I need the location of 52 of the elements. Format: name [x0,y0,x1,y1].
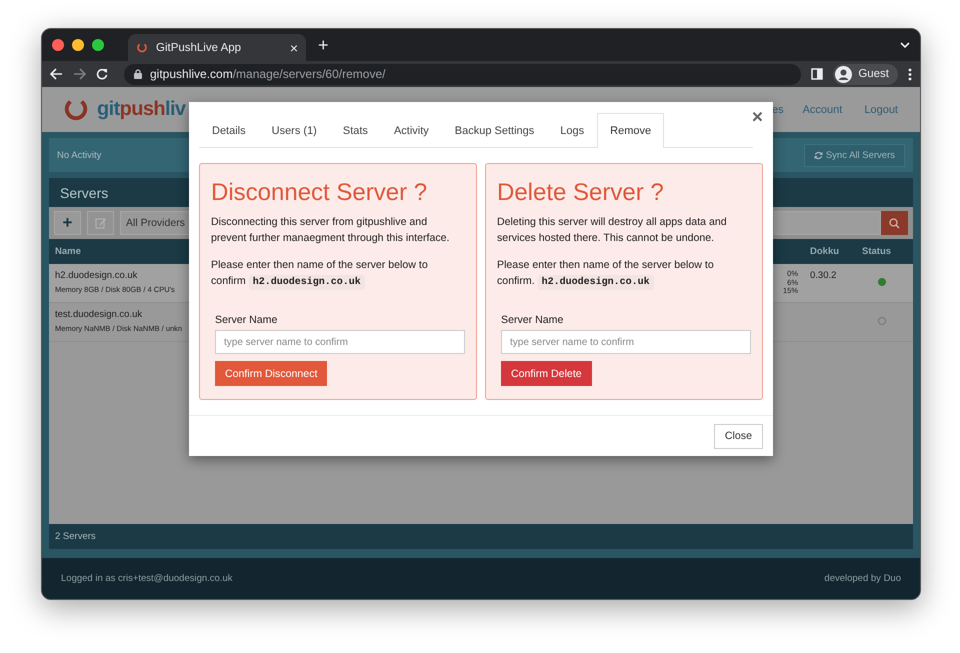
chevron-down-icon[interactable] [900,42,910,48]
credit-text: developed by Duo [824,573,901,584]
provider-select[interactable]: All Providers [120,211,190,235]
back-icon[interactable] [50,68,63,80]
dialog-tab[interactable]: Backup Settings [442,113,548,148]
activity-text: No Activity [57,150,102,160]
reload-icon[interactable] [96,68,108,80]
server-name: h2.duodesign.co.uk [55,270,138,281]
sync-icon [814,150,823,160]
dokku-version: 0.30.2 [810,270,836,281]
search-button[interactable] [881,211,908,235]
close-dialog-button[interactable]: Close [714,424,763,449]
panel-title: Servers [60,184,108,200]
column-header: Status [862,246,892,257]
browser-tab[interactable]: GitPushLive App × [128,34,306,61]
column-header: Dokku [810,246,840,257]
server-name: test.duodesign.co.uk [55,309,142,320]
address-bar[interactable]: gitpushlive.com/manage/servers/60/remove/ [124,64,802,84]
profile-button[interactable]: Guest [833,64,898,84]
dialog-tab[interactable]: Activity [380,113,442,148]
confirm-button[interactable]: Confirm Delete [501,361,592,386]
server-count: 2 Servers [55,531,96,542]
dialog-tab[interactable]: Stats [330,113,381,148]
login-info: Logged in as cris+test@duodesign.co.uk [61,573,233,584]
search-icon [889,218,900,228]
lock-icon [134,69,142,79]
column-header: Name [55,246,82,257]
window-controls[interactable] [52,39,104,51]
card-title: Disconnect Server ? [211,180,428,206]
new-tab-button[interactable]: + [318,34,329,56]
dialog-tab[interactable]: Users (1) [258,113,330,148]
field-label: Server Name [215,314,278,326]
card-description: Deleting this server will destroy all apps data and services hosted there. This cannot be undone. [497,215,728,246]
confirm-button[interactable]: Confirm Disconnect [215,361,328,386]
dialog-tab[interactable]: Logs [547,113,598,148]
menu-icon[interactable] [908,68,912,80]
close-button[interactable]: × [752,108,763,127]
card-description: Disconnecting this server from gitpushlive and prevent further manaegment through this interface. [211,215,450,246]
confirm-prompt: Please enter then name of the server below to confirm. h2.duodesign.co.uk [497,258,715,292]
dialog-tab[interactable]: Details [199,113,259,148]
server-name-field[interactable]: type server name to confirm [215,330,465,354]
card-title: Delete Server ? [497,180,665,206]
add-button[interactable]: + [54,211,81,235]
field-label: Server Name [501,314,564,326]
edit-icon [94,217,106,229]
confirm-prompt: Please enter then name of the server below to confirm h2.duodesign.co.uk [211,258,429,292]
server-name-field[interactable]: type server name to confirm [501,330,751,354]
search-field[interactable] [774,211,881,235]
favicon-icon [136,42,148,54]
dialog-tab[interactable]: Remove [597,113,664,148]
avatar-icon [835,66,852,82]
side-panel-icon[interactable] [811,68,824,80]
